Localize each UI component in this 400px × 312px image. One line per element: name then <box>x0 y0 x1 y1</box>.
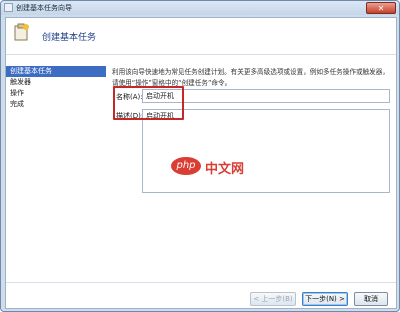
step-action[interactable]: 操作 <box>6 88 106 99</box>
back-button[interactable]: < 上一步(B) <box>250 292 296 306</box>
step-trigger[interactable]: 触发器 <box>6 77 106 88</box>
window-title: 创建基本任务向导 <box>16 4 72 12</box>
wizard-steps: 创建基本任务 触发器 操作 完成 <box>6 66 106 276</box>
wizard-header: 创建基本任务 <box>6 18 396 54</box>
watermark-logo: php <box>171 157 201 175</box>
page-title: 创建基本任务 <box>42 33 97 43</box>
wizard-window: 创建基本任务向导 ✕ 创建基本任务 创建基本任务 触发器 操作 完成 利用该向导… <box>0 0 400 312</box>
title-bar[interactable]: 创建基本任务向导 ✕ <box>1 1 399 15</box>
next-button[interactable]: 下一步(N) > <box>302 292 348 306</box>
footer-divider <box>6 282 396 283</box>
cancel-button[interactable]: 取消 <box>354 292 388 306</box>
step-create-basic-task[interactable]: 创建基本任务 <box>6 66 106 77</box>
watermark-text: 中文网 <box>205 162 245 177</box>
task-scheduler-icon <box>4 3 13 12</box>
description-field[interactable]: 启动开机 <box>142 109 390 193</box>
annotation-highlight-box <box>113 86 184 120</box>
wizard-client-area: 创建基本任务 创建基本任务 触发器 操作 完成 利用该向导快速地为常见任务创建计… <box>5 17 397 309</box>
watermark: php 中文网 <box>171 156 261 178</box>
header-divider <box>6 54 396 55</box>
step-finish[interactable]: 完成 <box>6 99 106 110</box>
wizard-task-icon <box>14 23 29 41</box>
close-button[interactable]: ✕ <box>366 2 396 14</box>
